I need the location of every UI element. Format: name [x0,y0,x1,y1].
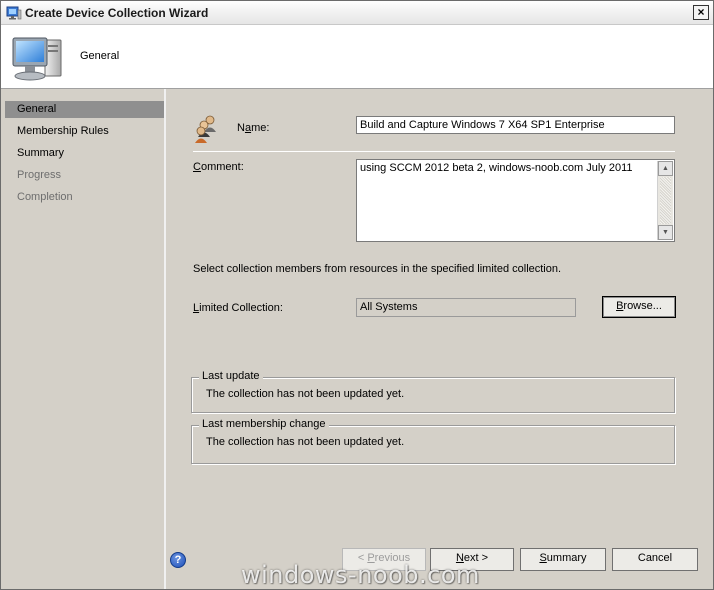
browse-button[interactable]: Browse... [602,296,676,318]
page-title: General [80,50,120,62]
instructions-text: Select collection members from resources… [193,263,562,275]
users-group-icon [195,115,216,143]
wizard-header: General [1,25,713,89]
limited-collection-label: Limited Collection: [193,302,283,314]
comment-label: Comment: [193,161,244,173]
wizard-sidebar: General Membership Rules Summary Progres… [1,89,166,589]
scroll-up-arrow-icon[interactable]: ▲ [658,161,673,176]
cancel-button[interactable]: Cancel [612,548,698,571]
name-separator [193,151,675,152]
last-membership-group: Last membership change The collection ha… [191,418,675,464]
help-icon[interactable]: ? [170,552,186,568]
general-page-content: Name: Build and Capture Windows 7 X64 SP… [168,89,713,529]
last-membership-title: Last membership change [199,418,329,430]
wizard-app-icon [6,6,22,20]
watermark-text: windows-noob.com [241,561,480,589]
sidebar-item-summary[interactable]: Summary [5,145,164,162]
name-label: Name: [237,122,270,134]
comment-text: using SCCM 2012 beta 2, windows-noob.com… [360,162,633,174]
scroll-down-arrow-icon[interactable]: ▼ [658,225,673,240]
sidebar-item-progress: Progress [17,169,62,181]
close-icon: × [697,5,705,19]
wizard-window: Create Device Collection Wizard × Genera… [0,0,714,590]
scroll-track[interactable] [660,177,671,224]
sidebar-item-general[interactable]: General [5,101,164,118]
sidebar-item-completion: Completion [17,191,73,203]
limited-collection-field: All Systems [356,298,576,317]
footer-separator [168,529,713,530]
sidebar-item-membership-rules[interactable]: Membership Rules [5,123,164,140]
comment-textarea[interactable]: using SCCM 2012 beta 2, windows-noob.com… [356,159,675,242]
comment-scrollbar[interactable]: ▲ ▼ [657,161,673,240]
name-input[interactable]: Build and Capture Windows 7 X64 SP1 Ente… [356,116,675,134]
summary-button[interactable]: Summary [520,548,606,571]
close-button[interactable]: × [693,5,709,20]
title-bar[interactable]: Create Device Collection Wizard × [1,1,713,25]
window-title: Create Device Collection Wizard [25,6,209,20]
last-membership-text: The collection has not been updated yet. [206,436,405,448]
last-update-group: Last update The collection has not been … [191,370,675,413]
last-update-title: Last update [199,370,263,382]
computer-icon [12,37,62,81]
last-update-text: The collection has not been updated yet. [206,388,405,400]
